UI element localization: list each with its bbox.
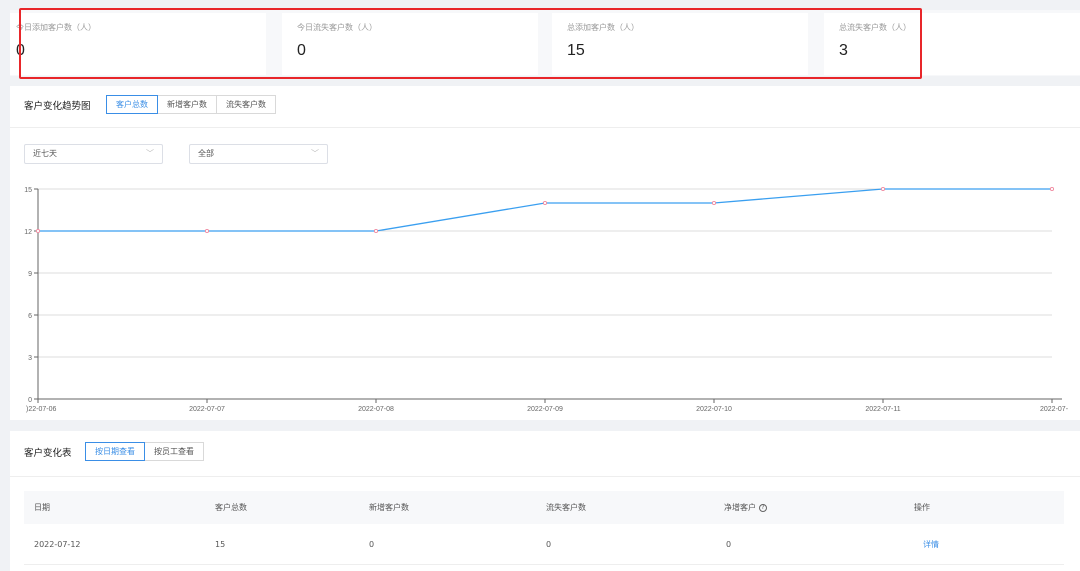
x-tick-label: 2022-07-08 <box>358 406 394 413</box>
table-row: 2022-07-12 15 0 0 0 详情 <box>24 524 1064 565</box>
x-tick-label: 2022-07-07 <box>189 406 225 413</box>
trend-chart: 0 3 6 9 12 15 )22-07-06 2022-07-07 2022-07-08 202… <box>24 186 1069 413</box>
col-header-action: 操作 <box>914 503 930 512</box>
x-tick-label: 2022-07-11 <box>865 406 900 413</box>
col-header-net-label: 净增客户 <box>724 503 756 512</box>
data-point[interactable] <box>373 228 379 234</box>
stat-label: 总添加客户数（人） <box>567 23 639 32</box>
y-tick-label: 9 <box>28 271 32 278</box>
chart-grid <box>38 188 1052 358</box>
col-header-net: 净增客户? <box>724 502 767 513</box>
range-select[interactable]: 近七天 ﹀ <box>24 144 163 164</box>
y-tick-label: 6 <box>28 313 32 320</box>
chart-markers <box>35 186 1055 234</box>
chart-axes: 0 3 6 9 12 15 )22-07-06 2022-07-07 2022-07-08 202… <box>24 187 1068 413</box>
cell-total: 15 <box>215 539 226 549</box>
details-link[interactable]: 详情 <box>923 539 939 550</box>
chevron-down-icon: ﹀ <box>311 149 319 158</box>
x-tick-label: 2022-07-09 <box>527 406 563 413</box>
trend-panel: 客户变化趋势图 客户总数 新增客户数 流失客户数 近七天 ﹀ 全部 ﹀ 0 3 6 9… <box>10 86 1080 420</box>
y-tick-label: 0 <box>28 397 32 404</box>
col-header-total: 客户总数 <box>215 503 247 512</box>
cell-date: 2022-07-12 <box>34 539 81 549</box>
trend-title: 客户变化趋势图 <box>24 101 91 112</box>
customer-change-table: 日期 客户总数 新增客户数 流失客户数 净增客户? 操作 2022-07-12 … <box>24 491 1064 565</box>
cell-lost: 0 <box>546 539 552 549</box>
series-line <box>38 188 1052 232</box>
data-point[interactable] <box>880 186 886 192</box>
cell-net: 0 <box>726 539 732 549</box>
table-head: 日期 客户总数 新增客户数 流失客户数 净增客户? 操作 <box>24 491 1064 524</box>
stat-card-today-lost: 今日流失客户数（人） 0 <box>282 13 538 75</box>
tab-total-customers[interactable]: 客户总数 <box>106 95 158 114</box>
stat-label: 今日流失客户数（人） <box>297 23 377 32</box>
col-header-date: 日期 <box>34 503 50 512</box>
stat-value: 3 <box>839 42 848 59</box>
data-point[interactable] <box>542 200 548 206</box>
trend-tab-group: 客户总数 新增客户数 流失客户数 <box>106 95 276 114</box>
y-tick-label: 15 <box>24 187 32 194</box>
tab-new-customers[interactable]: 新增客户数 <box>157 95 217 114</box>
cell-added: 0 <box>369 539 375 549</box>
stat-value: 0 <box>16 42 25 59</box>
stat-value: 15 <box>567 42 585 59</box>
x-tick-label: 2022-07- <box>1040 406 1069 413</box>
stat-card-total-lost: 总流失客户数（人） 3 <box>824 13 1080 75</box>
chevron-down-icon: ﹀ <box>146 149 154 158</box>
data-point[interactable] <box>711 200 717 206</box>
table-header: 客户变化表 按日期查看 按员工查看 <box>10 431 1080 477</box>
stat-card-today-added: 今日添加客户数（人） 0 <box>10 13 266 75</box>
scope-select-value: 全部 <box>198 149 214 158</box>
help-icon[interactable]: ? <box>759 503 767 512</box>
stat-value: 0 <box>297 42 306 59</box>
col-header-added: 新增客户数 <box>369 503 409 512</box>
table-tab-group: 按日期查看 按员工查看 <box>85 442 204 461</box>
table-panel: 客户变化表 按日期查看 按员工查看 日期 客户总数 新增客户数 流失客户数 净增… <box>10 431 1080 571</box>
stats-row: 今日添加客户数（人） 0 今日流失客户数（人） 0 总添加客户数（人） 15 总… <box>10 10 1080 76</box>
tab-by-date[interactable]: 按日期查看 <box>85 442 145 461</box>
scope-select[interactable]: 全部 ﹀ <box>189 144 328 164</box>
x-tick-label: )22-07-06 <box>26 406 56 413</box>
trend-header: 客户变化趋势图 客户总数 新增客户数 流失客户数 <box>10 86 1080 128</box>
col-header-lost: 流失客户数 <box>546 503 586 512</box>
stat-label: 总流失客户数（人） <box>839 23 911 32</box>
range-select-value: 近七天 <box>33 149 57 158</box>
data-point[interactable] <box>204 228 210 234</box>
data-point[interactable] <box>1049 186 1055 192</box>
tab-lost-customers[interactable]: 流失客户数 <box>216 95 276 114</box>
table-title: 客户变化表 <box>24 448 72 459</box>
tab-by-employee[interactable]: 按员工查看 <box>144 442 204 461</box>
data-point[interactable] <box>35 228 41 234</box>
stat-label: 今日添加客户数（人） <box>16 23 96 32</box>
y-tick-label: 12 <box>24 229 32 236</box>
stat-card-total-added: 总添加客户数（人） 15 <box>552 13 808 75</box>
y-tick-label: 3 <box>28 355 32 362</box>
x-tick-label: 2022-07-10 <box>696 406 732 413</box>
